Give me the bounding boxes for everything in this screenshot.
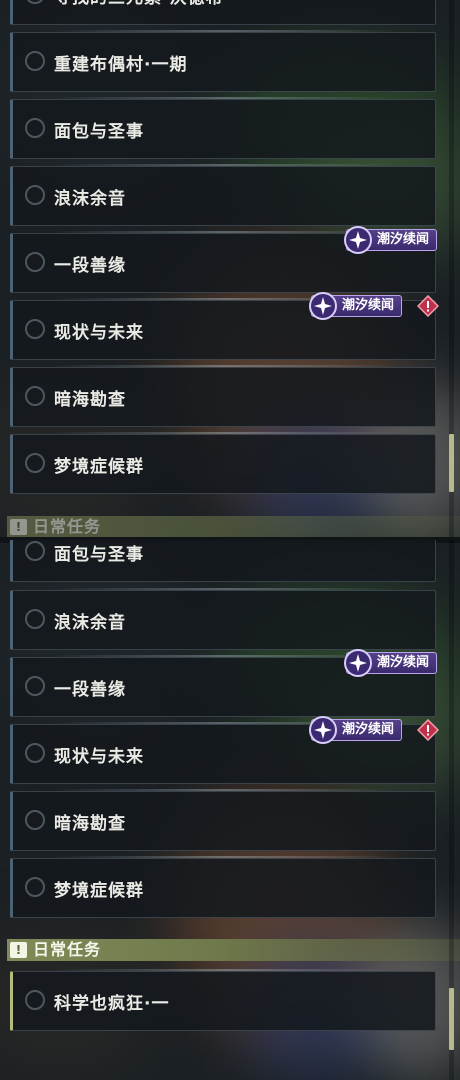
quest-title: 面包与圣事 — [54, 545, 144, 565]
quest-title: 浪沫余音 — [54, 189, 126, 209]
quest-status-circle-icon — [25, 118, 45, 138]
quest-row[interactable]: 浪沫余音 — [10, 164, 436, 226]
quest-title: 重建布偶村·一期 — [54, 55, 188, 75]
quest-row[interactable]: 梦境症候群 — [10, 432, 436, 494]
quest-status-circle-icon — [25, 541, 45, 561]
quest-status-circle-icon — [25, 609, 45, 629]
quest-title: 浪沫余音 — [54, 613, 126, 633]
daily-tasks-header: ! 日常任务 — [7, 516, 460, 538]
quest-row[interactable]: 梦境症候群 — [10, 856, 436, 918]
tidal-chronicle-badge: 潮汐续闻 — [344, 649, 438, 677]
sparkle-moon-icon — [344, 226, 372, 254]
quest-row[interactable]: 重建布偶村·一期 — [10, 30, 436, 92]
quest-title: 科学也疯狂·一 — [54, 994, 170, 1014]
quest-status-circle-icon — [25, 386, 45, 406]
daily-tasks-header[interactable]: ! 日常任务 — [7, 939, 460, 961]
exclamation-square-icon: ! — [10, 942, 27, 958]
sparkle-moon-icon — [309, 716, 337, 744]
sparkle-moon-icon — [344, 649, 372, 677]
quest-title: 现状与未来 — [54, 323, 144, 343]
quest-status-circle-icon — [25, 676, 45, 696]
quest-title: 面包与圣事 — [54, 122, 144, 142]
quest-status-circle-icon — [25, 185, 45, 205]
quest-status-circle-icon — [25, 319, 45, 339]
quest-title: 一段善缘 — [54, 680, 126, 700]
quest-status-circle-icon — [25, 453, 45, 473]
quest-status-circle-icon — [25, 51, 45, 71]
scrollbar-thumb[interactable] — [449, 434, 454, 492]
quest-list-panel-bottom: 面包与圣事 浪沫余音 一段善缘 现状与未来 暗海勘查 梦境症候群 潮汐续闻 潮汐… — [0, 540, 460, 1080]
daily-quest-row[interactable]: 科学也疯狂·一 — [10, 969, 436, 1031]
quest-title: 寻找的三元素·沃德希 — [54, 0, 223, 8]
quest-title: 梦境症候群 — [54, 457, 144, 477]
sparkle-moon-icon — [309, 292, 337, 320]
quest-title: 一段善缘 — [54, 256, 126, 276]
quest-row[interactable]: 暗海勘查 — [10, 365, 436, 427]
quest-title: 梦境症候群 — [54, 881, 144, 901]
alert-icon — [417, 295, 439, 317]
quest-status-circle-icon — [25, 743, 45, 763]
scrollbar-thumb[interactable] — [449, 988, 454, 1050]
exclamation-square-icon: ! — [10, 519, 27, 535]
quest-title: 暗海勘查 — [54, 390, 126, 410]
alert-icon — [417, 719, 439, 741]
quest-status-circle-icon — [25, 990, 45, 1010]
section-title: 日常任务 — [33, 940, 102, 959]
tidal-chronicle-badge: 潮汐续闻 — [309, 716, 403, 744]
quest-title: 暗海勘查 — [54, 814, 126, 834]
quest-row[interactable]: 浪沫余音 — [10, 588, 436, 650]
quest-status-circle-icon — [25, 810, 45, 830]
quest-status-circle-icon — [25, 877, 45, 897]
quest-title: 现状与未来 — [54, 747, 144, 767]
tidal-chronicle-badge: 潮汐续闻 — [344, 226, 438, 254]
tidal-chronicle-badge: 潮汐续闻 — [309, 292, 403, 320]
quest-row[interactable]: 面包与圣事 — [10, 97, 436, 159]
section-title: 日常任务 — [33, 517, 102, 536]
quest-status-circle-icon — [25, 252, 45, 272]
quest-row[interactable]: 暗海勘查 — [10, 789, 436, 851]
quest-row[interactable]: 寻找的三元素·沃德希 — [10, 0, 436, 25]
quest-status-circle-icon — [25, 0, 45, 4]
quest-list-panel-top: 寻找的三元素·沃德希 重建布偶村·一期 面包与圣事 浪沫余音 一段善缘 现状与未… — [0, 0, 460, 540]
quest-row[interactable]: 面包与圣事 — [10, 540, 436, 582]
